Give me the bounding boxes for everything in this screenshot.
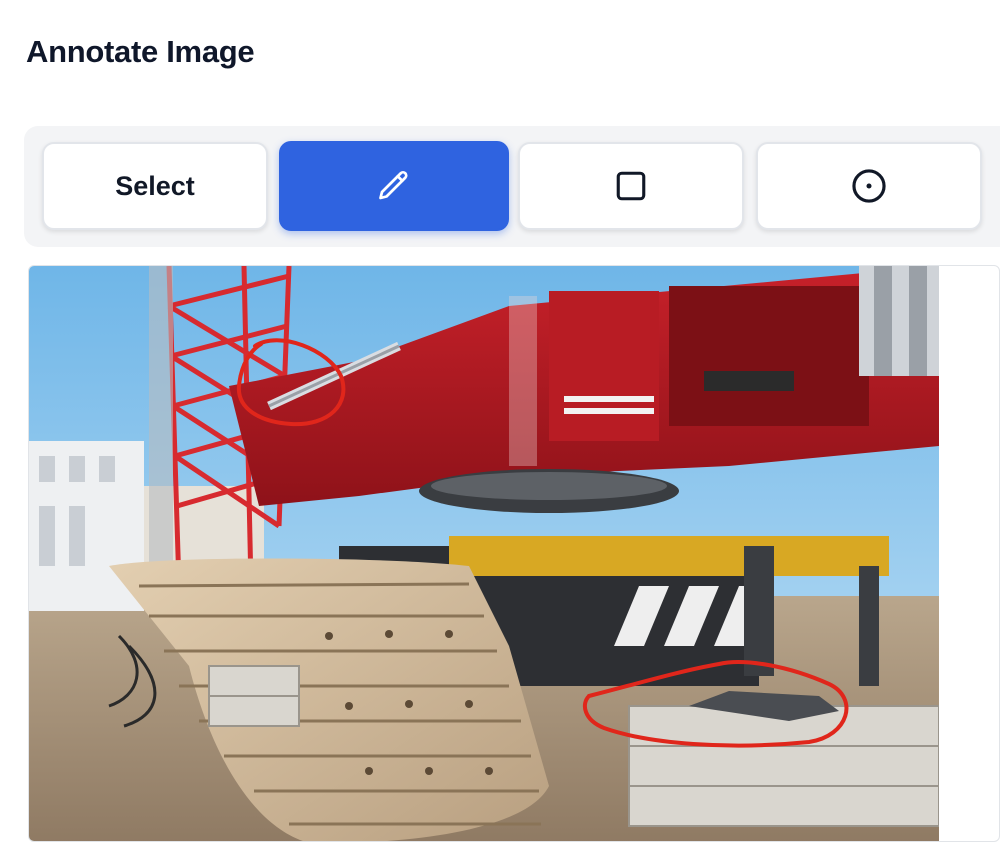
- circle-dot-icon: [852, 169, 886, 203]
- pencil-icon: [379, 170, 408, 200]
- page-title: Annotate Image: [26, 34, 255, 69]
- circle-tool-button[interactable]: [756, 142, 982, 230]
- construction-crane-photo: [29, 266, 939, 841]
- annotation-canvas[interactable]: [28, 265, 1000, 842]
- select-tool-label: Select: [115, 170, 195, 201]
- square-icon: [616, 171, 646, 201]
- select-tool-button[interactable]: Select: [42, 142, 268, 230]
- pen-tool-button[interactable]: [279, 141, 509, 231]
- rectangle-tool-button[interactable]: [518, 142, 744, 230]
